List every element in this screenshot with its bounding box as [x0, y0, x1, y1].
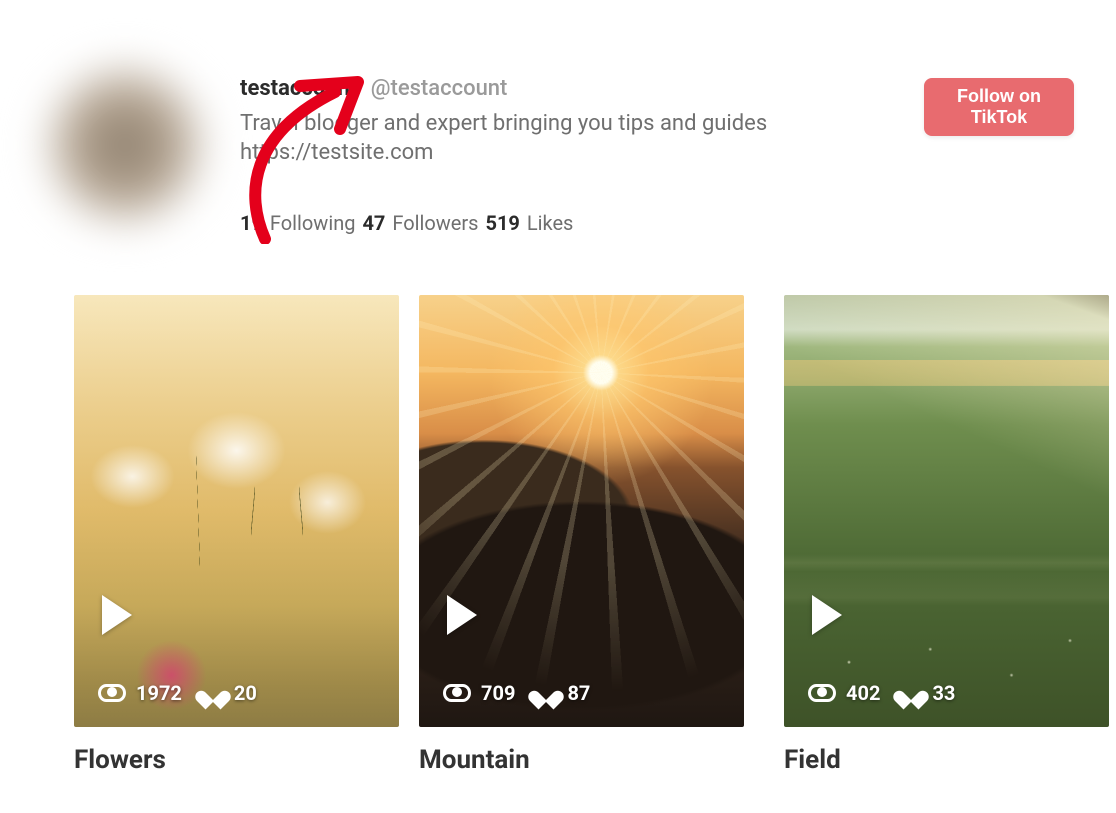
bio-text: Travel blogger and expert bringing you t… — [240, 111, 767, 136]
likes-stat: 20 — [202, 681, 257, 705]
handle[interactable]: @testaccount — [371, 76, 508, 101]
video-feed: 1972 20 Flowers 709 87 — [0, 235, 1116, 775]
likes-stat: 33 — [900, 681, 955, 705]
video-meta: 709 87 — [443, 681, 590, 705]
avatar[interactable] — [40, 60, 210, 230]
following-count[interactable]: 19 — [240, 211, 263, 235]
follow-button[interactable]: Follow on TikTok — [924, 78, 1074, 136]
views-count: 1972 — [136, 681, 182, 705]
heart-icon — [900, 683, 922, 703]
play-icon — [812, 595, 842, 635]
views-count: 709 — [481, 681, 515, 705]
bio-url[interactable]: https://testsite.com — [240, 139, 1076, 168]
video-card[interactable]: 402 33 Field — [784, 295, 1109, 775]
display-name[interactable]: testaccount — [240, 76, 357, 101]
play-icon — [102, 595, 132, 635]
followers-count[interactable]: 47 — [362, 211, 385, 235]
video-card[interactable]: 1972 20 Flowers — [74, 295, 399, 775]
profile-stats: 19 Following 47 Followers 519 Likes — [240, 211, 1076, 235]
heart-icon — [535, 683, 557, 703]
likes-count: 20 — [234, 681, 257, 705]
heart-icon — [202, 683, 224, 703]
video-meta: 402 33 — [808, 681, 955, 705]
views-count: 402 — [846, 681, 880, 705]
views-stat: 1972 — [98, 681, 182, 705]
video-title: Mountain — [419, 745, 744, 775]
eye-icon — [808, 684, 836, 702]
likes-label: Likes — [527, 211, 574, 235]
likes-count[interactable]: 519 — [485, 211, 519, 235]
likes-count: 87 — [567, 681, 590, 705]
following-label: Following — [270, 211, 356, 235]
video-title: Field — [784, 745, 1109, 775]
eye-icon — [98, 684, 126, 702]
followers-label: Followers — [392, 211, 478, 235]
video-thumbnail[interactable]: 709 87 — [419, 295, 744, 727]
views-stat: 709 — [443, 681, 515, 705]
video-thumbnail[interactable]: 1972 20 — [74, 295, 399, 727]
eye-icon — [443, 684, 471, 702]
video-card[interactable]: 709 87 Mountain — [419, 295, 744, 775]
views-stat: 402 — [808, 681, 880, 705]
likes-count: 33 — [932, 681, 955, 705]
play-icon — [447, 595, 477, 635]
profile-header: testaccount @testaccount Travel blogger … — [0, 0, 1116, 235]
likes-stat: 87 — [535, 681, 590, 705]
video-thumbnail[interactable]: 402 33 — [784, 295, 1109, 727]
video-title: Flowers — [74, 745, 399, 775]
video-meta: 1972 20 — [98, 681, 257, 705]
